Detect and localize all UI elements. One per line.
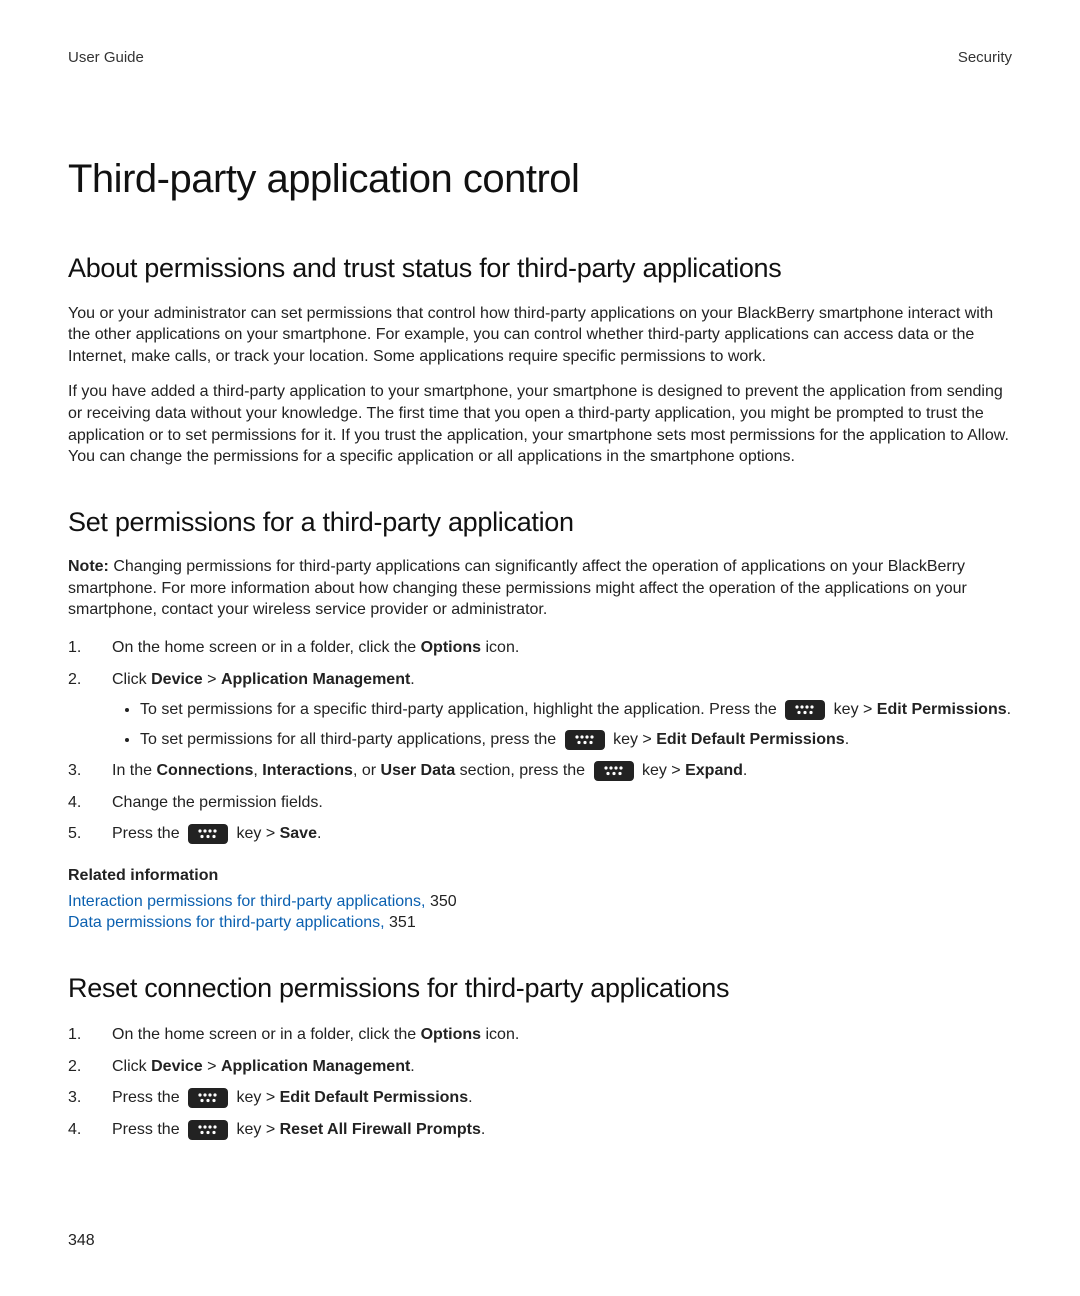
page-header: User Guide Security xyxy=(68,48,1012,68)
step-bold: Connections xyxy=(156,762,253,779)
blackberry-menu-key-icon xyxy=(188,1120,228,1140)
step-text: . xyxy=(317,825,321,842)
section-about-heading: About permissions and trust status for t… xyxy=(68,250,1012,286)
note-label: Note: xyxy=(68,558,109,575)
related-info-heading: Related information xyxy=(68,865,1012,887)
reset-step-4: Press the key > Reset All Firewall Promp… xyxy=(68,1117,1012,1143)
bullet-text: key > xyxy=(829,701,877,718)
xref-page: 351 xyxy=(385,914,416,931)
bullet-text: . xyxy=(845,731,849,748)
reset-steps-list: On the home screen or in a folder, click… xyxy=(68,1022,1012,1142)
bullet-text: To set permissions for a specific third-… xyxy=(140,701,781,718)
xref-page: 350 xyxy=(426,893,457,910)
page-title: Third-party application control xyxy=(68,152,1012,206)
set-step-4: Change the permission fields. xyxy=(68,790,1012,816)
step-text: key > xyxy=(232,825,280,842)
section-reset-heading: Reset connection permissions for third-p… xyxy=(68,970,1012,1006)
document-page: User Guide Security Third-party applicat… xyxy=(0,0,1080,1296)
step-bold: Expand xyxy=(685,762,743,779)
set-step-2: Click Device > Application Management. T… xyxy=(68,667,1012,753)
step-bold: Save xyxy=(280,825,317,842)
blackberry-menu-key-icon xyxy=(565,730,605,750)
step-text: > xyxy=(203,671,221,688)
step-text: Press the xyxy=(112,1089,184,1106)
step-text: . xyxy=(481,1121,485,1138)
set-step-5: Press the key > Save. xyxy=(68,821,1012,847)
header-left: User Guide xyxy=(68,48,144,68)
set-step-3: In the Connections, Interactions, or Use… xyxy=(68,758,1012,784)
step-text: key > xyxy=(232,1121,280,1138)
step-bold: Options xyxy=(421,639,481,656)
step-text: icon. xyxy=(481,639,519,656)
step-text: key > xyxy=(232,1089,280,1106)
step-bold: Reset All Firewall Prompts xyxy=(280,1121,481,1138)
set-note: Note: Changing permissions for third-par… xyxy=(68,556,1012,621)
note-body: Changing permissions for third-party app… xyxy=(68,558,967,618)
step-text: icon. xyxy=(481,1026,519,1043)
blackberry-menu-key-icon xyxy=(785,700,825,720)
reset-step-1: On the home screen or in a folder, click… xyxy=(68,1022,1012,1048)
step-bold: Device xyxy=(151,1058,203,1075)
step-bold: Device xyxy=(151,671,203,688)
bullet-text: To set permissions for all third-party a… xyxy=(140,731,561,748)
bullet-specific-app: To set permissions for a specific third-… xyxy=(140,698,1012,722)
step-bold: Options xyxy=(421,1026,481,1043)
step-text: , or xyxy=(353,762,381,779)
set-steps-list: On the home screen or in a folder, click… xyxy=(68,635,1012,847)
blackberry-menu-key-icon xyxy=(188,824,228,844)
step-text: . xyxy=(743,762,747,779)
bullet-bold: Edit Default Permissions xyxy=(656,731,845,748)
set-step-2-bullets: To set permissions for a specific third-… xyxy=(112,698,1012,752)
step-bold: Edit Default Permissions xyxy=(280,1089,469,1106)
blackberry-menu-key-icon xyxy=(594,761,634,781)
bullet-text: . xyxy=(1007,701,1011,718)
step-text: Click xyxy=(112,1058,151,1075)
step-text: > xyxy=(203,1058,221,1075)
reset-step-2: Click Device > Application Management. xyxy=(68,1054,1012,1080)
step-text: key > xyxy=(638,762,686,779)
step-bold: Application Management xyxy=(221,1058,410,1075)
bullet-bold: Edit Permissions xyxy=(877,701,1007,718)
step-text: . xyxy=(468,1089,472,1106)
page-number: 348 xyxy=(68,1230,95,1252)
header-right: Security xyxy=(958,48,1012,68)
step-text: . xyxy=(410,1058,414,1075)
step-text: On the home screen or in a folder, click… xyxy=(112,639,421,656)
blackberry-menu-key-icon xyxy=(188,1088,228,1108)
about-paragraph-1: You or your administrator can set permis… xyxy=(68,303,1012,368)
bullet-text: key > xyxy=(609,731,657,748)
step-bold: Application Management xyxy=(221,671,410,688)
xref-interaction-permissions[interactable]: Interaction permissions for third-party … xyxy=(68,893,426,910)
step-bold: User Data xyxy=(381,762,456,779)
step-text: Press the xyxy=(112,1121,184,1138)
section-set-heading: Set permissions for a third-party applic… xyxy=(68,504,1012,540)
reset-step-3: Press the key > Edit Default Permissions… xyxy=(68,1085,1012,1111)
step-text: Click xyxy=(112,671,151,688)
related-link-row-1: Interaction permissions for third-party … xyxy=(68,891,1012,913)
step-text: On the home screen or in a folder, click… xyxy=(112,1026,421,1043)
step-bold: Interactions xyxy=(262,762,353,779)
step-text: section, press the xyxy=(455,762,589,779)
step-text: In the xyxy=(112,762,156,779)
step-text: . xyxy=(410,671,414,688)
step-text: Press the xyxy=(112,825,184,842)
xref-data-permissions[interactable]: Data permissions for third-party applica… xyxy=(68,914,385,931)
about-paragraph-2: If you have added a third-party applicat… xyxy=(68,381,1012,467)
related-link-row-2: Data permissions for third-party applica… xyxy=(68,912,1012,934)
step-text: , xyxy=(253,762,262,779)
set-step-1: On the home screen or in a folder, click… xyxy=(68,635,1012,661)
bullet-all-apps: To set permissions for all third-party a… xyxy=(140,728,1012,752)
